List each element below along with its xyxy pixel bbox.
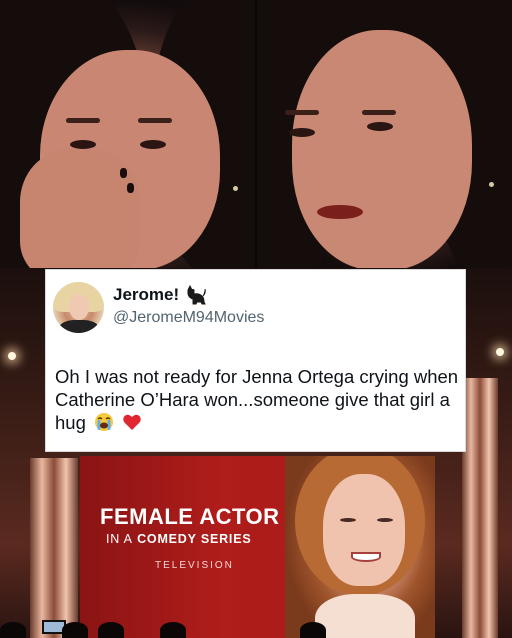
screen-title: FEMALE ACTOR [100, 504, 280, 529]
audience-head [98, 622, 124, 638]
eye [289, 128, 315, 137]
photo-crying-closeup [0, 0, 255, 268]
tweet-text: Oh I was not ready for Jenna Ortega cryi… [55, 366, 459, 433]
face [292, 30, 472, 268]
earring [233, 186, 238, 191]
audience-head [62, 622, 88, 638]
eye [367, 122, 393, 131]
audience-head [160, 622, 186, 638]
eye [140, 140, 166, 149]
audience-head [300, 622, 326, 638]
smile [351, 552, 381, 562]
screen-subtitle: IN A COMEDY SERIES [106, 532, 252, 546]
tweet-card: Jerome! @JeromeM94Movies Oh I was not re… [45, 269, 466, 452]
screen-category: TELEVISION [155, 560, 234, 571]
avatar[interactable] [53, 282, 104, 333]
stage-light [8, 352, 16, 360]
stage-light [496, 348, 504, 356]
black-cat-icon [187, 285, 206, 305]
white-top [315, 594, 415, 638]
display-name[interactable]: Jerome! [113, 285, 179, 305]
loudly-crying-face-icon [95, 413, 114, 431]
earring [489, 182, 494, 187]
tweet-body: Oh I was not ready for Jenna Ortega cryi… [55, 365, 460, 434]
photo-tearful-closeup [257, 0, 512, 268]
stage-pillar [30, 458, 78, 638]
eye [70, 140, 96, 149]
face [323, 474, 405, 586]
author-row: Jerome! [113, 285, 207, 305]
winner-portrait [285, 456, 435, 638]
lips [317, 205, 363, 219]
audience-head [0, 622, 26, 638]
user-handle[interactable]: @JeromeM94Movies [113, 309, 264, 327]
red-heart-icon [123, 414, 141, 430]
stage-pillar [462, 378, 498, 638]
